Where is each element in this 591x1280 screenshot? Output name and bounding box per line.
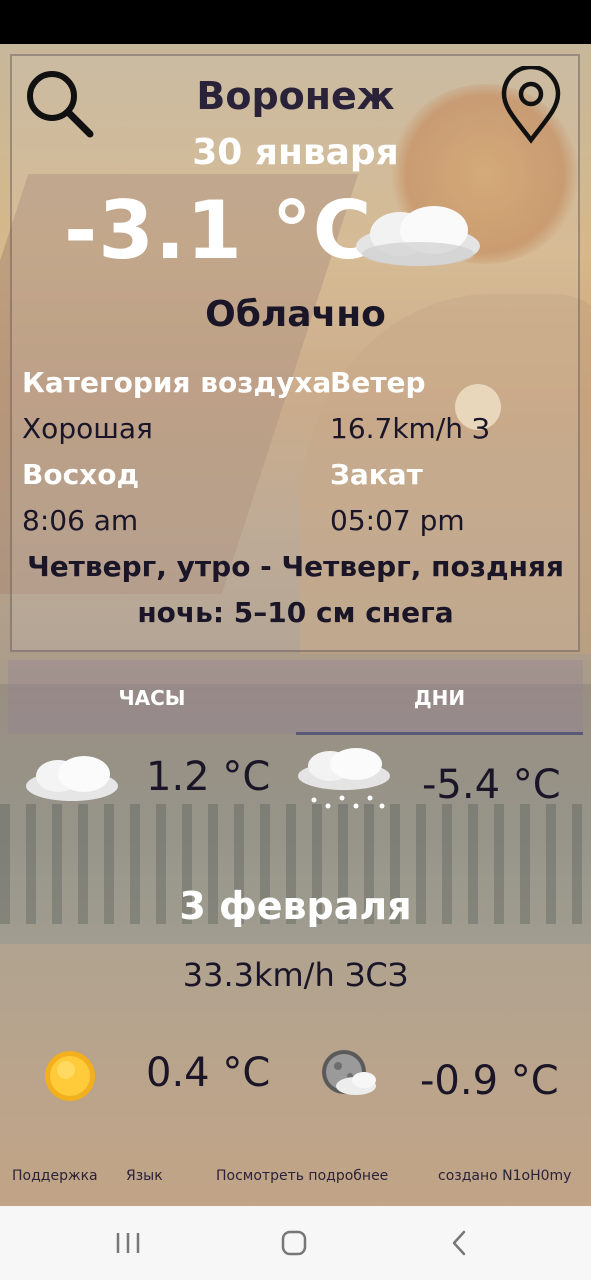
footer: Поддержка Язык Посмотреть подробнее созд… (0, 1168, 591, 1192)
support-link[interactable]: Поддержка (12, 1168, 98, 1184)
recent-apps-button[interactable] (108, 1226, 148, 1260)
sun-icon (42, 1048, 98, 1108)
active-tab-indicator (296, 732, 583, 735)
more-details-link[interactable]: Посмотреть подробнее (216, 1168, 388, 1184)
forecast-temperature: -0.9 °C (420, 1058, 559, 1104)
status-bar (0, 0, 591, 44)
air-quality-value: Хорошая (22, 412, 153, 445)
forecast-date: 3 февраля (179, 884, 412, 928)
sunrise-value: 8:06 am (22, 504, 139, 537)
system-navigation-bar (0, 1206, 591, 1280)
wind-label: Ветер (330, 366, 426, 399)
precipitation-forecast: Четверг, утро - Четверг, поздняя ночь: 5… (27, 550, 564, 629)
cloud-icon (348, 202, 488, 272)
air-quality-label: Категория воздуха (22, 366, 332, 399)
forecast-temperature: -5.4 °C (422, 762, 561, 808)
tab-days[interactable]: ДНИ (296, 660, 583, 734)
sunset-value: 05:07 pm (330, 504, 465, 537)
current-date: 30 января (192, 132, 399, 173)
sunset-label: Закат (330, 458, 423, 491)
home-button[interactable] (274, 1226, 314, 1260)
recent-apps-icon (116, 1233, 140, 1253)
wind-value: 16.7km/h З (330, 412, 490, 445)
forecast-temperature: 0.4 °C (146, 1050, 271, 1096)
forecast-wind: 33.3km/h ЗСЗ (182, 956, 409, 994)
credit-text: создано N1oH0my (438, 1168, 572, 1184)
weather-condition: Облачно (205, 294, 386, 335)
home-icon (281, 1230, 307, 1256)
sunrise-label: Восход (22, 458, 140, 491)
forecast-tabs: ЧАСЫ ДНИ (8, 660, 583, 734)
snow-cloud-icon (294, 748, 394, 820)
language-link[interactable]: Язык (126, 1168, 163, 1184)
back-button[interactable] (440, 1226, 480, 1260)
back-icon (452, 1230, 466, 1256)
moon-cloud-icon (314, 1046, 378, 1106)
current-temperature: -3.1 °C (64, 184, 373, 277)
cloud-icon (22, 754, 122, 810)
tab-hours[interactable]: ЧАСЫ (8, 660, 296, 734)
weather-app: Воронеж 30 января -3.1 °C Облачно Катего… (0, 44, 591, 1206)
forecast-temperature: 1.2 °C (146, 754, 271, 800)
